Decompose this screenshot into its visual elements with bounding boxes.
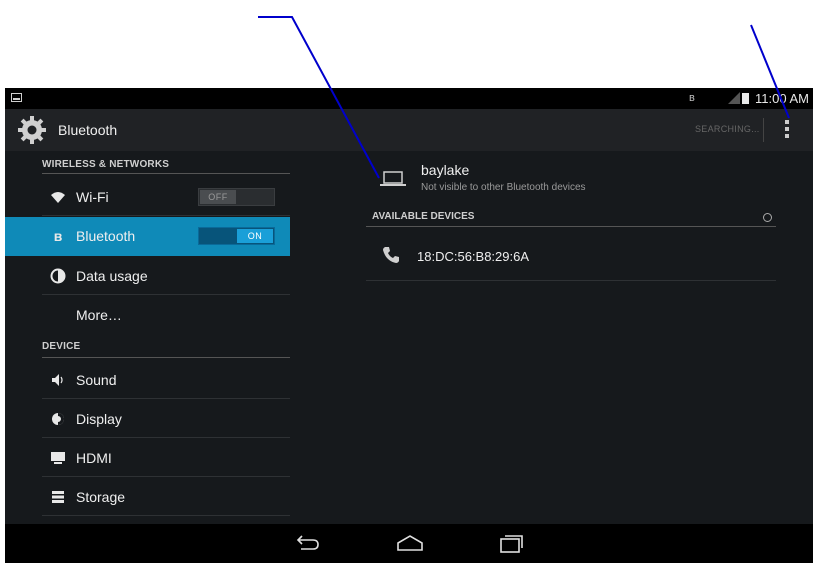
toggle-state: ON <box>237 229 273 243</box>
local-device-name[interactable]: baylake <box>421 162 469 178</box>
action-bar: Bluetooth SEARCHING... <box>5 109 813 151</box>
searching-button[interactable]: SEARCHING... <box>695 124 760 134</box>
storage-icon <box>52 491 64 503</box>
sidebar-item-sound[interactable]: Sound <box>42 361 290 399</box>
data-usage-icon <box>50 268 66 284</box>
wifi-icon <box>51 192 65 203</box>
header-divider <box>42 357 290 358</box>
screenshot-notification-icon <box>11 93 22 102</box>
available-devices-header: AVAILABLE DEVICES <box>372 211 475 222</box>
sidebar-item-hdmi[interactable]: HDMI <box>42 439 290 477</box>
bluetooth-status-icon: ʙ <box>689 92 695 104</box>
sidebar-item-label: Storage <box>76 489 126 505</box>
settings-gear-icon[interactable] <box>17 115 47 145</box>
display-icon <box>52 413 64 425</box>
bluetooth-panel: baylake Not visible to other Bluetooth d… <box>366 151 776 524</box>
phone-icon <box>383 247 399 263</box>
status-bar: ʙ 11:00 AM <box>5 88 813 109</box>
device-header: DEVICE <box>42 341 81 352</box>
sidebar-item-label: Display <box>76 411 122 427</box>
sidebar-item-display[interactable]: Display <box>42 400 290 438</box>
back-icon[interactable] <box>293 532 323 554</box>
list-item[interactable]: 18:DC:56:B8:29:6A <box>366 237 776 281</box>
sidebar-item-label: Data usage <box>76 268 148 284</box>
page-title: Bluetooth <box>58 122 118 138</box>
overflow-menu-icon[interactable] <box>783 120 791 142</box>
signal-icon <box>728 92 740 104</box>
sidebar-item-label: Bluetooth <box>76 228 136 244</box>
scanning-spinner-icon <box>763 213 772 222</box>
sidebar-item-bluetooth[interactable]: ʙ Bluetooth ON <box>5 217 290 256</box>
toggle-state: OFF <box>200 190 236 204</box>
action-divider <box>763 118 764 142</box>
device-address: 18:DC:56:B8:29:6A <box>417 249 530 264</box>
sidebar-item-wifi[interactable]: Wi-Fi OFF <box>42 178 290 216</box>
bluetooth-toggle[interactable]: ON <box>198 227 275 245</box>
wifi-toggle[interactable]: OFF <box>198 188 275 206</box>
navigation-bar <box>5 524 813 563</box>
sidebar-item-label: More… <box>76 307 122 323</box>
status-time: 11:00 AM <box>755 91 809 106</box>
battery-icon <box>742 93 749 104</box>
home-icon[interactable] <box>395 532 425 554</box>
header-divider <box>42 173 290 174</box>
wireless-networks-header: WIRELESS & NETWORKS <box>42 159 170 170</box>
sidebar-item-data-usage[interactable]: Data usage <box>42 257 290 295</box>
visibility-status: Not visible to other Bluetooth devices <box>421 182 586 193</box>
sidebar-item-storage[interactable]: Storage <box>42 478 290 516</box>
laptop-icon <box>380 171 406 186</box>
hdmi-icon <box>51 452 65 464</box>
sidebar-item-label: Sound <box>76 372 117 388</box>
settings-sidebar: WIRELESS & NETWORKS Wi-Fi OFF ʙ Bluetoot… <box>5 151 292 524</box>
sidebar-item-label: Wi-Fi <box>76 189 109 205</box>
recent-apps-icon[interactable] <box>496 532 526 554</box>
sound-icon <box>52 374 63 386</box>
sidebar-item-label: HDMI <box>76 450 112 466</box>
bluetooth-icon: ʙ <box>53 228 63 244</box>
settings-content: WIRELESS & NETWORKS Wi-Fi OFF ʙ Bluetoot… <box>5 151 813 524</box>
sidebar-item-more[interactable]: More… <box>42 296 290 334</box>
header-divider <box>366 226 776 227</box>
